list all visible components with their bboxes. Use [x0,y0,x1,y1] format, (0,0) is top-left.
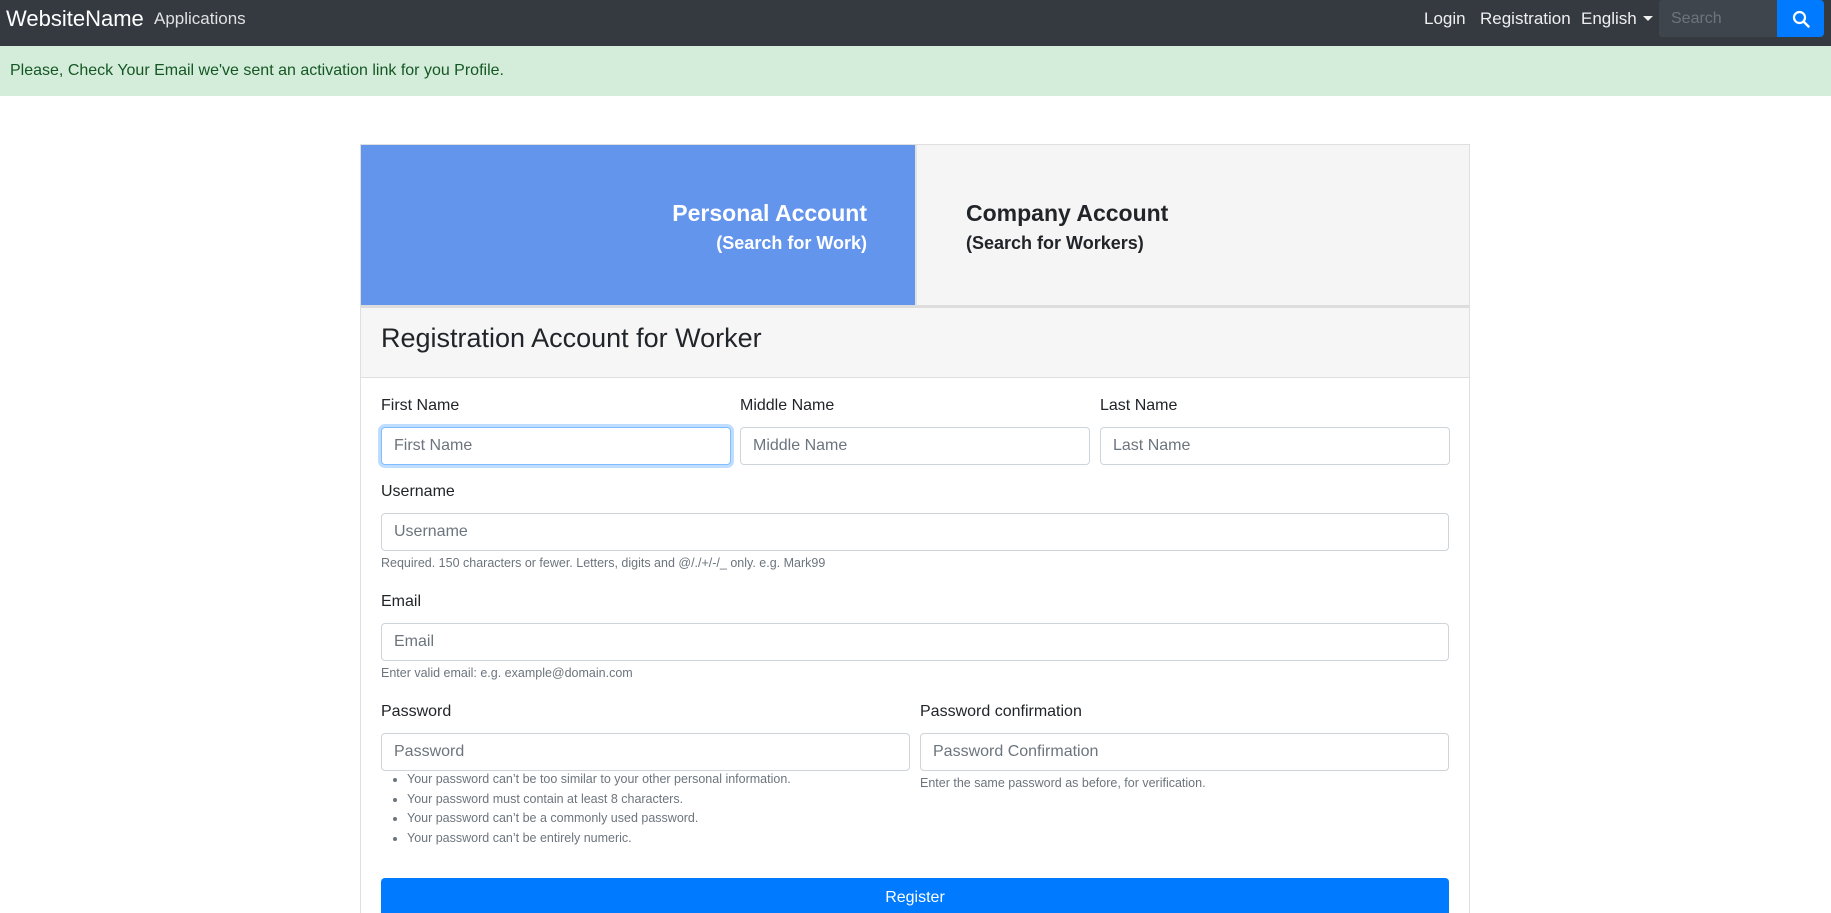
password-confirm-label: Password confirmation [920,703,1082,720]
registration-card: Personal Account (Search for Work) Compa… [360,144,1470,913]
search-icon [1792,10,1810,28]
tab-personal-subtitle: (Search for Work) [716,233,867,253]
middle-name-label: Middle Name [740,397,835,414]
email-label: Email [381,593,422,610]
password-rule: Your password must contain at least 8 ch… [407,790,791,810]
middle-name-field[interactable] [740,427,1090,465]
form-header: Registration Account for Worker [361,308,1469,378]
password-rules-list: Your password can’t be too similar to yo… [407,770,791,848]
activation-alert: Please, Check Your Email we've sent an a… [0,46,1831,96]
nav-login[interactable]: Login [1424,9,1466,29]
password-confirm-field[interactable] [920,733,1449,771]
caret-down-icon [1642,15,1653,21]
language-dropdown[interactable]: English [1581,9,1653,29]
password-confirm-help-text: Enter the same password as before, for v… [920,776,1206,790]
search-button[interactable] [1777,0,1824,37]
first-name-label: First Name [381,397,460,414]
password-rule: Your password can’t be too similar to yo… [407,770,791,790]
nav-applications[interactable]: Applications [154,9,246,29]
username-field[interactable] [381,513,1449,551]
password-rule: Your password can’t be entirely numeric. [407,829,791,849]
email-help-text: Enter valid email: e.g. example@domain.c… [381,666,633,680]
tab-company-account[interactable]: Company Account (Search for Workers) [915,145,1469,305]
email-field[interactable] [381,623,1449,661]
form-title: Registration Account for Worker [381,323,762,353]
password-rule: Your password can’t be a commonly used p… [407,809,791,829]
password-label: Password [381,703,452,720]
last-name-label: Last Name [1100,397,1178,414]
top-navbar: WebsiteName Applications Login Registrat… [0,0,1831,46]
username-label: Username [381,483,455,500]
language-label: English [1581,9,1637,28]
tab-personal-account[interactable]: Personal Account (Search for Work) [361,145,915,305]
first-name-field[interactable] [381,427,731,465]
password-field[interactable] [381,733,910,771]
tab-personal-title: Personal Account [672,200,867,226]
search-input[interactable] [1659,0,1777,37]
alert-message: Please, Check Your Email we've sent an a… [10,62,504,79]
username-help-text: Required. 150 characters or fewer. Lette… [381,556,826,570]
nav-registration[interactable]: Registration [1480,9,1571,29]
brand-logo[interactable]: WebsiteName [6,7,144,31]
tab-company-subtitle: (Search for Workers) [966,233,1144,253]
tab-company-title: Company Account [966,200,1169,226]
last-name-field[interactable] [1100,427,1450,465]
register-button[interactable]: Register [381,878,1449,913]
